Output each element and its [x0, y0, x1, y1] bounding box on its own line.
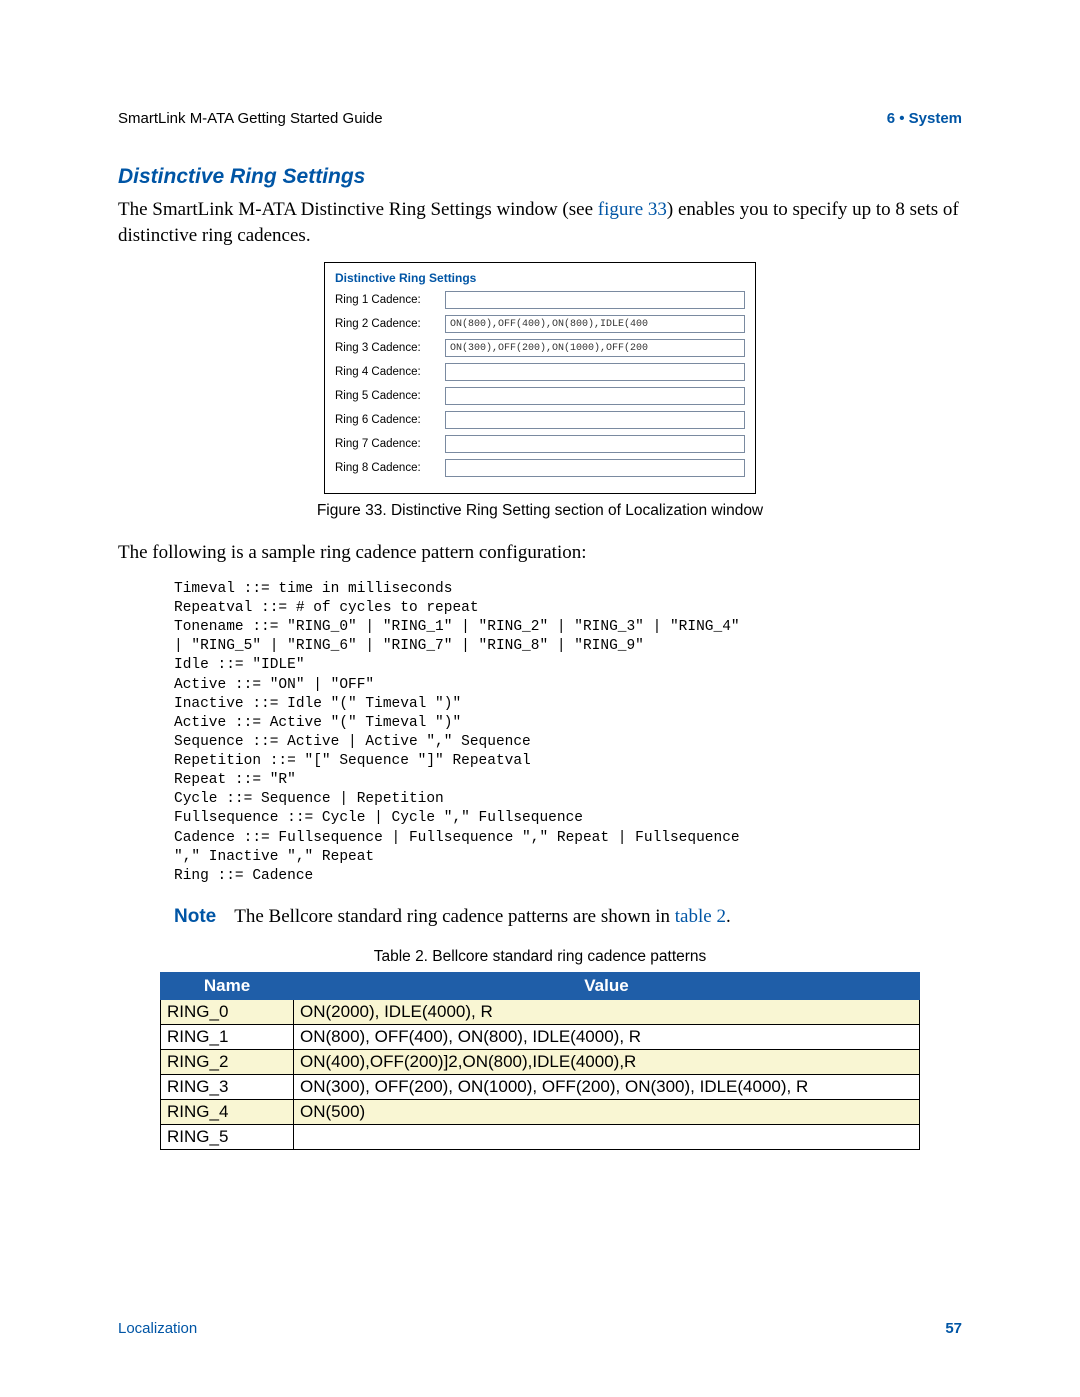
cell-value: ON(800), OFF(400), ON(800), IDLE(4000), … — [294, 1024, 920, 1049]
cell-name: RING_4 — [161, 1099, 294, 1124]
bellcore-table: Name Value RING_0 ON(2000), IDLE(4000), … — [160, 972, 920, 1150]
footer-left: Localization — [118, 1320, 197, 1337]
shot-label: Ring 5 Cadence: — [335, 390, 445, 402]
cell-name: RING_5 — [161, 1124, 294, 1149]
shot-row: Ring 5 Cadence: — [335, 387, 745, 405]
shot-label: Ring 2 Cadence: — [335, 318, 445, 330]
cell-value — [294, 1124, 920, 1149]
ring-4-cadence-input[interactable] — [445, 363, 745, 381]
shot-label: Ring 4 Cadence: — [335, 366, 445, 378]
table-row: RING_1 ON(800), OFF(400), ON(800), IDLE(… — [161, 1024, 920, 1049]
note-text-part1: The Bellcore standard ring cadence patte… — [234, 906, 675, 927]
shot-label: Ring 7 Cadence: — [335, 438, 445, 450]
cell-name: RING_1 — [161, 1024, 294, 1049]
note-text-part2: . — [726, 906, 731, 927]
note-label: Note — [174, 906, 216, 927]
running-header: SmartLink M-ATA Getting Started Guide 6 … — [118, 110, 962, 127]
intro-part1: The SmartLink M-ATA Distinctive Ring Set… — [118, 199, 598, 220]
section-title: Distinctive Ring Settings — [118, 165, 962, 189]
cell-name: RING_3 — [161, 1074, 294, 1099]
ring-settings-screenshot: Distinctive Ring Settings Ring 1 Cadence… — [324, 262, 756, 494]
ring-6-cadence-input[interactable] — [445, 411, 745, 429]
cell-value: ON(300), OFF(200), ON(1000), OFF(200), O… — [294, 1074, 920, 1099]
ring-8-cadence-input[interactable] — [445, 459, 745, 477]
intro-paragraph: The SmartLink M-ATA Distinctive Ring Set… — [118, 197, 962, 248]
figure-link[interactable]: figure 33 — [598, 199, 667, 220]
shot-label: Ring 3 Cadence: — [335, 342, 445, 354]
shot-row: Ring 2 Cadence: ON(800),OFF(400),ON(800)… — [335, 315, 745, 333]
header-right: 6 • System — [887, 110, 962, 127]
table-link[interactable]: table 2 — [675, 906, 726, 927]
cadence-grammar-code: Timeval ::= time in milliseconds Repeatv… — [174, 580, 962, 886]
ring-5-cadence-input[interactable] — [445, 387, 745, 405]
table-row: RING_4 ON(500) — [161, 1099, 920, 1124]
table-row: RING_0 ON(2000), IDLE(4000), R — [161, 999, 920, 1024]
shot-row: Ring 4 Cadence: — [335, 363, 745, 381]
cell-name: RING_2 — [161, 1049, 294, 1074]
cell-value: ON(500) — [294, 1099, 920, 1124]
ring-2-cadence-input[interactable]: ON(800),OFF(400),ON(800),IDLE(400 — [445, 315, 745, 333]
footer-right: 57 — [945, 1320, 962, 1337]
shot-label: Ring 8 Cadence: — [335, 462, 445, 474]
header-left: SmartLink M-ATA Getting Started Guide — [118, 110, 383, 127]
shot-row: Ring 6 Cadence: — [335, 411, 745, 429]
following-paragraph: The following is a sample ring cadence p… — [118, 540, 962, 566]
cell-name: RING_0 — [161, 999, 294, 1024]
shot-row: Ring 3 Cadence: ON(300),OFF(200),ON(1000… — [335, 339, 745, 357]
shot-title: Distinctive Ring Settings — [335, 271, 745, 285]
table-header-value: Value — [294, 972, 920, 999]
ring-1-cadence-input[interactable] — [445, 291, 745, 309]
running-footer: Localization 57 — [118, 1320, 962, 1337]
shot-row: Ring 1 Cadence: — [335, 291, 745, 309]
ring-7-cadence-input[interactable] — [445, 435, 745, 453]
note-line: Note The Bellcore standard ring cadence p… — [174, 906, 962, 928]
ring-3-cadence-input[interactable]: ON(300),OFF(200),ON(1000),OFF(200 — [445, 339, 745, 357]
shot-row: Ring 7 Cadence: — [335, 435, 745, 453]
table-row: RING_2 ON(400),OFF(200)]2,ON(800),IDLE(4… — [161, 1049, 920, 1074]
table-row: RING_5 — [161, 1124, 920, 1149]
shot-label: Ring 6 Cadence: — [335, 414, 445, 426]
cell-value: ON(400),OFF(200)]2,ON(800),IDLE(4000),R — [294, 1049, 920, 1074]
table-row: RING_3 ON(300), OFF(200), ON(1000), OFF(… — [161, 1074, 920, 1099]
shot-row: Ring 8 Cadence: — [335, 459, 745, 477]
table-header-name: Name — [161, 972, 294, 999]
cell-value: ON(2000), IDLE(4000), R — [294, 999, 920, 1024]
shot-label: Ring 1 Cadence: — [335, 294, 445, 306]
figure-caption: Figure 33. Distinctive Ring Setting sect… — [118, 502, 962, 520]
table-caption: Table 2. Bellcore standard ring cadence … — [118, 948, 962, 966]
